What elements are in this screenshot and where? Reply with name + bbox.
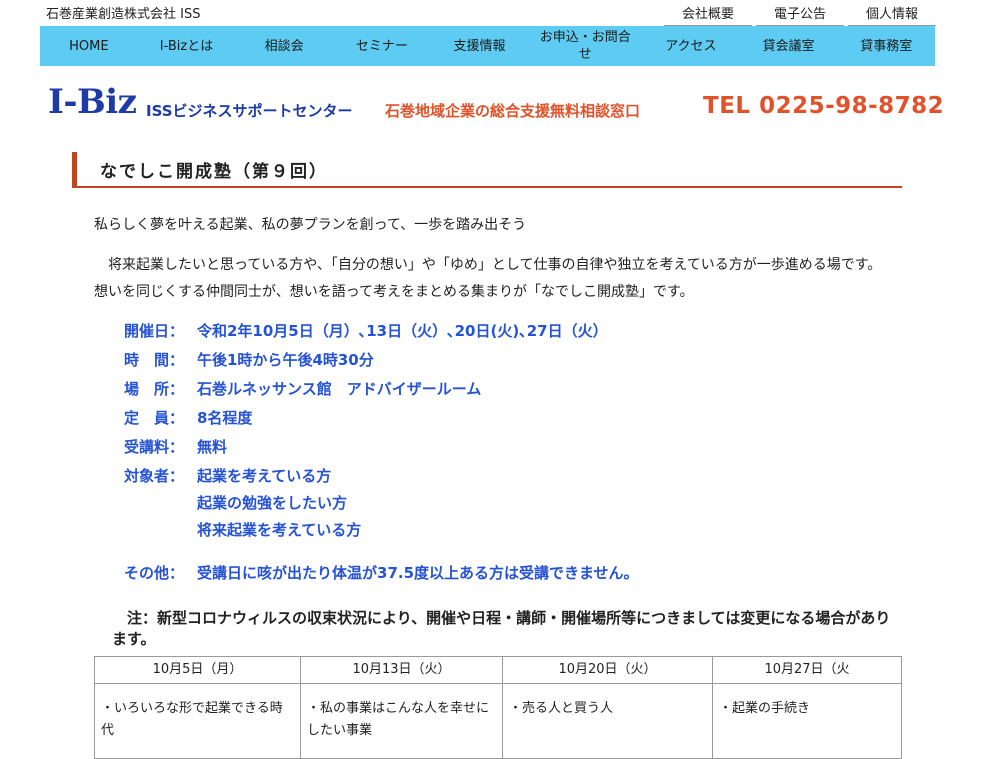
info-place-value: 石巻ルネッサンス館 アドバイザールーム xyxy=(197,380,482,398)
info-time-label: 時 間： xyxy=(124,351,185,369)
nav-office-rental[interactable]: 貸事務室 xyxy=(837,26,935,66)
info-target: 対象者： 起業を考えている方 xyxy=(124,465,331,486)
info-fee-value: 無料 xyxy=(197,438,228,456)
info-other-value: 受講日に咳が出たり体温が37.5度以上ある方は受講できません。 xyxy=(197,564,639,582)
lead-text: 私らしく夢を叶える起業、私の夢プランを創って、一歩を踏み出そう xyxy=(94,217,527,233)
info-other: その他： 受講日に咳が出たり体温が37.5度以上ある方は受講できません。 xyxy=(124,562,639,583)
schedule-cell-1: ・いろいろな形で起業できる時代 xyxy=(94,683,301,759)
schedule-header-1: 10月5日（月） xyxy=(94,656,301,684)
top-bar: 石巻産業創造株式会社 ISS 会社概要 電子公告 個人情報 xyxy=(0,0,1000,26)
nav-consultation[interactable]: 相談会 xyxy=(235,26,333,66)
info-target-value-2: 起業の勉強をしたい方 xyxy=(197,494,348,512)
info-capacity-value: 8名程度 xyxy=(197,409,253,427)
schedule-cell-3: ・売る人と買う人 xyxy=(502,683,713,759)
title-accent-bar xyxy=(72,152,77,186)
info-other-label: その他： xyxy=(124,564,185,582)
top-link-company-profile[interactable]: 会社概要 xyxy=(664,0,752,26)
nav-home[interactable]: HOME xyxy=(40,26,138,66)
main-nav: HOME I-Bizとは 相談会 セミナー 支援情報 お申込・お問合せ アクセス… xyxy=(40,26,935,66)
info-capacity-label: 定 員： xyxy=(124,409,185,427)
schedule-header-3: 10月20日（火） xyxy=(502,656,713,684)
info-fee-label: 受講料： xyxy=(124,438,185,456)
nav-seminar[interactable]: セミナー xyxy=(333,26,431,66)
nav-apply-contact[interactable]: お申込・お問合せ xyxy=(528,26,642,66)
info-target-line-2: 起業の勉強をしたい方 xyxy=(197,492,347,513)
site-logo[interactable]: I-Biz xyxy=(48,82,137,122)
top-links: 会社概要 電子公告 個人情報 xyxy=(664,0,936,26)
schedule-header-2: 10月13日（火） xyxy=(300,656,503,684)
info-date: 開催日： 令和2年10月5日（月）､13日（火）､20日(火)､27日（火） xyxy=(124,320,608,341)
info-fee: 受講料： 無料 xyxy=(124,436,227,457)
info-target-value-1: 起業を考えている方 xyxy=(197,467,332,485)
info-target-line-3: 将来起業を考えている方 xyxy=(197,519,361,540)
schedule-cell-2: ・私の事業はこんな人を幸せにしたい事業 xyxy=(300,683,503,759)
top-link-privacy[interactable]: 個人情報 xyxy=(848,0,936,26)
covid-note: 注：新型コロナウィルスの収束状況により、開催や日程・講師・開催場所等につきまして… xyxy=(112,609,891,648)
info-time-value: 午後1時から午後4時30分 xyxy=(197,351,374,369)
info-capacity: 定 員： 8名程度 xyxy=(124,407,252,428)
info-place: 場 所： 石巻ルネッサンス館 アドバイザールーム xyxy=(124,378,481,399)
info-place-label: 場 所： xyxy=(124,380,185,398)
nav-access[interactable]: アクセス xyxy=(642,26,740,66)
top-link-public-notice[interactable]: 電子公告 xyxy=(756,0,844,26)
body-text: 将来起業したいと思っている方や、「自分の想い」や「ゆめ」として仕事の自律や独立を… xyxy=(94,257,882,300)
schedule-table: 10月5日（月） 10月13日（火） 10月20日（火） 10月27日（火 ・い… xyxy=(94,656,902,759)
schedule-cell-4: ・起業の手続き xyxy=(712,683,902,759)
phone-number: TEL 0225-98-8782 xyxy=(703,93,945,119)
schedule-header-row: 10月5日（月） 10月13日（火） 10月20日（火） 10月27日（火 xyxy=(94,656,902,684)
company-name: 石巻産業創造株式会社 ISS xyxy=(46,7,201,22)
tagline: 石巻地域企業の総合支援無料相談窓口 xyxy=(385,102,641,120)
schedule-row: ・いろいろな形で起業できる時代 ・私の事業はこんな人を幸せにしたい事業 ・売る人… xyxy=(94,683,902,759)
page-title: なでしこ開成塾（第９回） xyxy=(100,162,328,182)
schedule-header-4: 10月27日（火 xyxy=(712,656,902,684)
info-target-value-3: 将来起業を考えている方 xyxy=(197,521,362,539)
info-date-label: 開催日： xyxy=(124,322,185,340)
info-date-value: 令和2年10月5日（月）､13日（火）､20日(火)､27日（火） xyxy=(197,322,608,340)
info-time: 時 間： 午後1時から午後4時30分 xyxy=(124,349,374,370)
nav-meeting-room[interactable]: 貸会議室 xyxy=(740,26,838,66)
nav-support-info[interactable]: 支援情報 xyxy=(431,26,529,66)
info-target-label: 対象者： xyxy=(124,467,185,485)
nav-about[interactable]: I-Bizとは xyxy=(138,26,236,66)
center-name: ISSビジネスサポートセンター xyxy=(146,102,353,120)
